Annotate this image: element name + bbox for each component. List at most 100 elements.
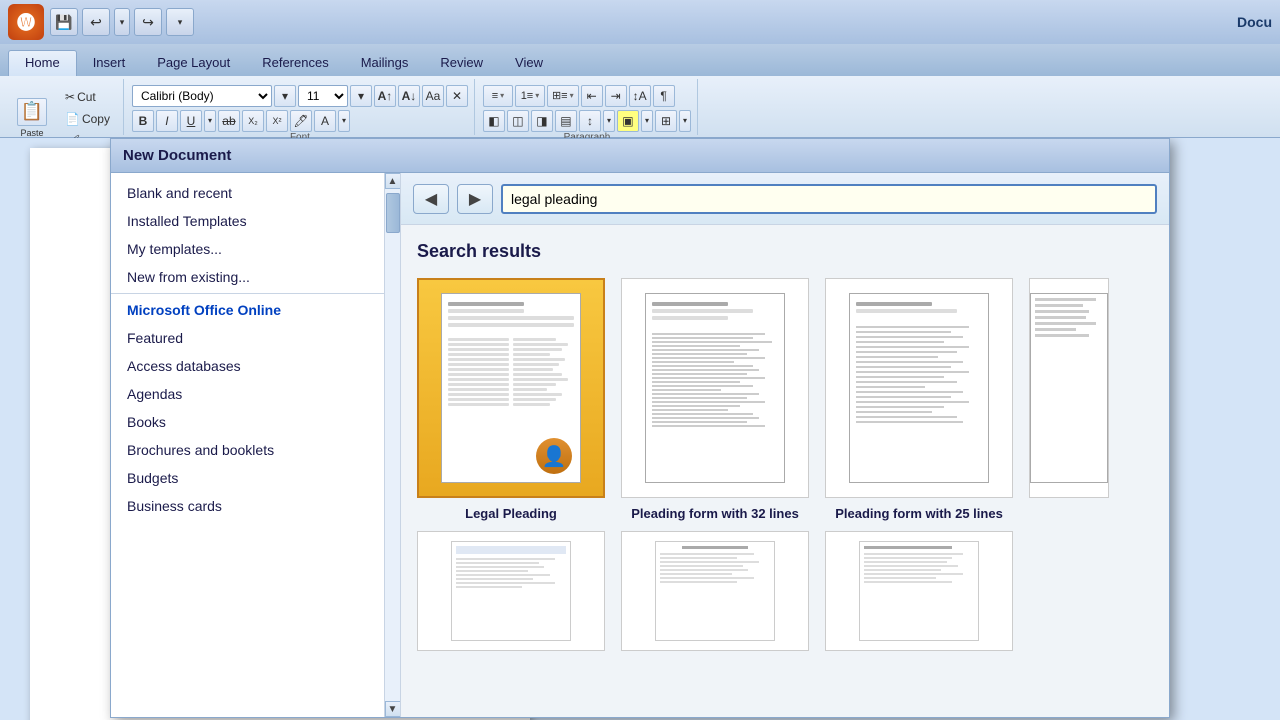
forward-button[interactable]: ▶	[457, 184, 493, 214]
back-button[interactable]: ◀	[413, 184, 449, 214]
clear-format-button[interactable]: ✕	[446, 85, 468, 107]
numbering-button[interactable]: 1≡ ▾	[515, 85, 545, 107]
title-bar: 🅦 💾 ↩ ▾ ↪ ▾ Docu	[0, 0, 1280, 44]
scroll-track[interactable]	[385, 189, 400, 701]
underline-button[interactable]: U	[180, 110, 202, 132]
font-color-dropdown[interactable]: ▾	[338, 110, 350, 132]
borders-dropdown[interactable]: ▾	[679, 110, 691, 132]
logo-char: 🅦	[17, 9, 35, 35]
multilevel-button[interactable]: ⊞≡ ▾	[547, 85, 579, 107]
decrease-indent-button[interactable]: ⇤	[581, 85, 603, 107]
align-left-button[interactable]: ◧	[483, 110, 505, 132]
copy-label: Copy	[82, 112, 110, 126]
shrink-font-button[interactable]: A↓	[398, 85, 420, 107]
tab-mailings[interactable]: Mailings	[345, 51, 425, 76]
grow-font-button[interactable]: A↑	[374, 85, 396, 107]
undo-dropdown-button[interactable]: ▾	[114, 8, 130, 36]
line-spacing-dropdown[interactable]: ▾	[603, 110, 615, 132]
ribbon-tabs: Home Insert Page Layout References Maili…	[0, 44, 1280, 76]
sidebar-item-installed[interactable]: Installed Templates	[111, 207, 384, 235]
template-card-row2-2[interactable]	[621, 531, 809, 651]
ribbon-group-clipboard: 📋 Paste ✂ Cut 📄 Copy 🖌 Clipboard	[4, 79, 124, 135]
shading-button[interactable]: ▣	[617, 110, 639, 132]
paragraph-controls: ≡ ▾ 1≡ ▾ ⊞≡ ▾ ⇤ ⇥ ↕A ¶ ◧ ◫ ◨ ▤ ↕ ▾ ▣ ▾ ⊞…	[483, 81, 691, 132]
bold-button[interactable]: B	[132, 110, 154, 132]
template-thumb-r2-2	[621, 531, 809, 651]
borders-button[interactable]: ⊞	[655, 110, 677, 132]
tab-insert[interactable]: Insert	[77, 51, 142, 76]
change-case-button[interactable]: Aa	[422, 85, 444, 107]
template-card-partial[interactable]	[1029, 278, 1109, 523]
subscript-button[interactable]: X₂	[242, 110, 264, 132]
list-row: ≡ ▾ 1≡ ▾ ⊞≡ ▾ ⇤ ⇥ ↕A ¶	[483, 85, 675, 107]
pleading-25-preview	[849, 293, 989, 483]
sidebar-scrollbar[interactable]: ▲ ▼	[384, 173, 400, 717]
font-name-select[interactable]: Calibri (Body)	[132, 85, 272, 107]
template-card-pleading-25[interactable]: Pleading form with 25 lines	[825, 278, 1013, 523]
sidebar-item-businesscards[interactable]: Business cards	[111, 492, 384, 520]
sidebar-item-mytemplates[interactable]: My templates...	[111, 235, 384, 263]
template-thumb-r2-1	[417, 531, 605, 651]
template-card-row2-1[interactable]	[417, 531, 605, 651]
template-card-row2-3[interactable]	[825, 531, 1013, 651]
legal-pleading-preview: 👤	[441, 293, 581, 483]
sidebar-item-budgets[interactable]: Budgets	[111, 464, 384, 492]
tab-pagelayout[interactable]: Page Layout	[141, 51, 246, 76]
sidebar-item-agendas[interactable]: Agendas	[111, 380, 384, 408]
save-button[interactable]: 💾	[50, 8, 78, 36]
template-row-2	[417, 531, 1153, 651]
highlight-button[interactable]: 🖊	[290, 110, 312, 132]
font-size-dropdown[interactable]: ▾	[350, 85, 372, 107]
align-right-button[interactable]: ◨	[531, 110, 553, 132]
font-name-dropdown[interactable]: ▾	[274, 85, 296, 107]
template-card-legal-pleading[interactable]: 👤 Legal Pleading	[417, 278, 605, 523]
paste-icon: 📋	[17, 98, 47, 126]
results-area: Search results	[401, 225, 1169, 717]
sort-button[interactable]: ↕A	[629, 85, 651, 107]
copy-button[interactable]: 📄 Copy	[58, 109, 117, 129]
show-marks-button[interactable]: ¶	[653, 85, 675, 107]
sidebar-item-books[interactable]: Books	[111, 408, 384, 436]
scroll-up-button[interactable]: ▲	[385, 173, 401, 189]
justify-button[interactable]: ▤	[555, 110, 577, 132]
italic-button[interactable]: I	[156, 110, 178, 132]
align-center-button[interactable]: ◫	[507, 110, 529, 132]
cut-button[interactable]: ✂ Cut	[58, 87, 117, 107]
template-card-pleading-32[interactable]: Pleading form with 32 lines	[621, 278, 809, 523]
dialog-title-bar: New Document	[111, 139, 1169, 173]
sidebar-item-blank[interactable]: Blank and recent	[111, 179, 384, 207]
undo-button[interactable]: ↩	[82, 8, 110, 36]
superscript-button[interactable]: X²	[266, 110, 288, 132]
font-color-button[interactable]: A	[314, 110, 336, 132]
tab-review[interactable]: Review	[424, 51, 499, 76]
line-spacing-button[interactable]: ↕	[579, 110, 601, 132]
tab-view[interactable]: View	[499, 51, 559, 76]
sidebar-item-featured[interactable]: Featured	[111, 324, 384, 352]
search-bar: ◀ ▶	[401, 173, 1169, 225]
template-thumb-25	[825, 278, 1013, 498]
sidebar-item-msonline[interactable]: Microsoft Office Online	[111, 296, 384, 324]
sidebar-item-brochures[interactable]: Brochures and booklets	[111, 436, 384, 464]
sidebar-item-newexisting[interactable]: New from existing...	[111, 263, 384, 291]
tab-references[interactable]: References	[246, 51, 344, 76]
tab-home[interactable]: Home	[8, 50, 77, 76]
underline-dropdown[interactable]: ▾	[204, 110, 216, 132]
scroll-thumb[interactable]	[386, 193, 400, 233]
paste-button[interactable]: 📋 Paste	[10, 94, 54, 142]
customize-button[interactable]: ▾	[166, 8, 194, 36]
shading-dropdown[interactable]: ▾	[641, 110, 653, 132]
sidebar-divider	[111, 293, 384, 294]
redo-button[interactable]: ↪	[134, 8, 162, 36]
bullets-button[interactable]: ≡ ▾	[483, 85, 513, 107]
template-thumb-selected: 👤	[417, 278, 605, 498]
sidebar-item-access[interactable]: Access databases	[111, 352, 384, 380]
search-input[interactable]	[501, 184, 1157, 214]
template-thumb-partial	[1029, 278, 1109, 498]
ribbon-content: 📋 Paste ✂ Cut 📄 Copy 🖌 Clipboard	[0, 76, 1280, 138]
increase-indent-button[interactable]: ⇥	[605, 85, 627, 107]
font-size-select[interactable]: 11	[298, 85, 348, 107]
dialog-sidebar: Blank and recent Installed Templates My …	[111, 173, 401, 717]
strikethrough-button[interactable]: ab	[218, 110, 240, 132]
template-label-pleading-32: Pleading form with 32 lines	[621, 506, 809, 523]
scroll-down-button[interactable]: ▼	[385, 701, 401, 717]
